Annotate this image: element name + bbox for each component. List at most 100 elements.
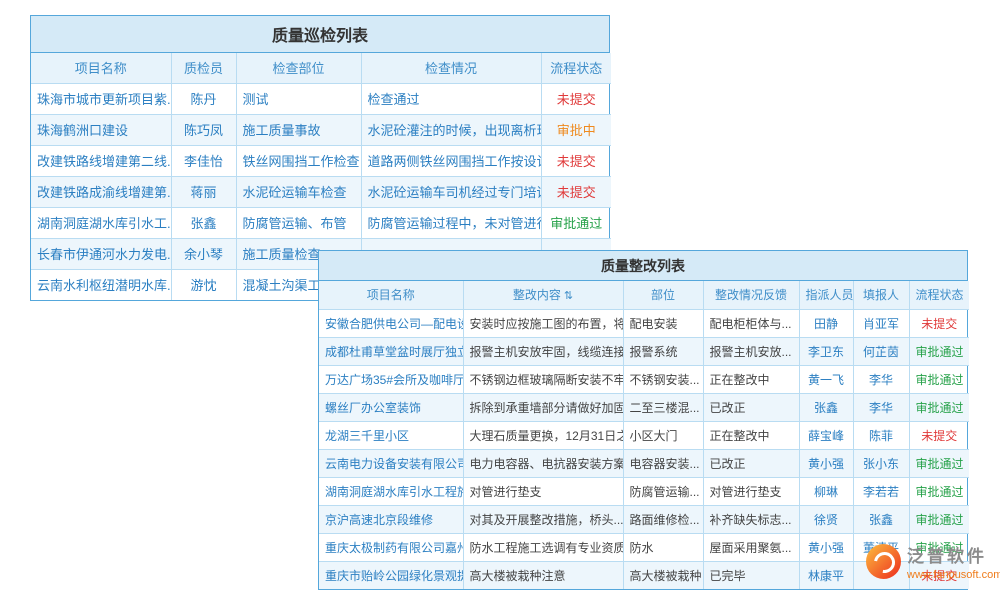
cell-project[interactable]: 改建铁路成渝线增建第...	[31, 176, 171, 207]
cell-filler: 肖亚军	[853, 309, 909, 337]
cell-situation: 防腐管运输过程中，未对管进行...	[361, 207, 541, 238]
patrol-row[interactable]: 珠海鹤洲口建设 陈巧凤 施工质量事故 水泥砼灌注的时候，出现离析现象 审批中	[31, 114, 611, 145]
patrol-row[interactable]: 改建铁路线增建第二线... 李佳怡 铁丝网围挡工作检查 道路两侧铁丝网围挡工作按…	[31, 145, 611, 176]
cell-project[interactable]: 改建铁路线增建第二线...	[31, 145, 171, 176]
cell-project[interactable]: 珠海鹤洲口建设	[31, 114, 171, 145]
cell-inspector: 游忱	[171, 269, 236, 300]
cell-part: 铁丝网围挡工作检查	[236, 145, 361, 176]
rectify-col-assignee: 指派人员	[799, 281, 853, 309]
cell-filler: 李若若	[853, 477, 909, 505]
rectify-col-project: 项目名称	[319, 281, 463, 309]
rectify-col-feedback: 整改情况反馈	[703, 281, 799, 309]
cell-part: 二至三楼混...	[623, 393, 703, 421]
rectify-row[interactable]: 湖南洞庭湖水库引水工程施工... 对管进行垫支 防腐管运输... 对管进行垫支 …	[319, 477, 969, 505]
cell-status: 审批通过	[909, 477, 969, 505]
cell-part: 防水	[623, 533, 703, 561]
cell-part: 路面维修检...	[623, 505, 703, 533]
cell-status: 审批通过	[909, 337, 969, 365]
cell-project[interactable]: 成都杜甫草堂盆时展厅独立展...	[319, 337, 463, 365]
patrol-row[interactable]: 湖南洞庭湖水库引水工... 张鑫 防腐管运输、布管 防腐管运输过程中，未对管进行…	[31, 207, 611, 238]
cell-status: 未提交	[541, 176, 611, 207]
fanpu-logo-icon	[866, 544, 901, 579]
rectify-row[interactable]: 万达广场35#会所及咖啡厅空... 不锈钢边框玻璃隔断安装不牢... 不锈钢安装…	[319, 365, 969, 393]
cell-project[interactable]: 长春市伊通河水力发电...	[31, 238, 171, 269]
cell-part: 测试	[236, 83, 361, 114]
cell-content: 高大楼被栽种注意	[463, 561, 623, 589]
cell-content: 防水工程施工选调有专业资质...	[463, 533, 623, 561]
cell-project[interactable]: 万达广场35#会所及咖啡厅空...	[319, 365, 463, 393]
cell-feedback: 已改正	[703, 393, 799, 421]
cell-project[interactable]: 螺丝厂办公室装饰	[319, 393, 463, 421]
cell-part: 报警系统	[623, 337, 703, 365]
cell-feedback: 配电柜柜体与...	[703, 309, 799, 337]
cell-project[interactable]: 云南电力设备安装有限公司20...	[319, 449, 463, 477]
rectify-row[interactable]: 京沪高速北京段维修 对其及开展整改措施，桥头... 路面维修检... 补齐缺失标…	[319, 505, 969, 533]
cell-project[interactable]: 珠海市城市更新项目紫...	[31, 83, 171, 114]
rectify-row[interactable]: 螺丝厂办公室装饰 拆除到承重墙部分请做好加固... 二至三楼混... 已改正 张…	[319, 393, 969, 421]
cell-status: 审批通过	[909, 449, 969, 477]
brand-name: 泛普软件	[907, 548, 1000, 567]
cell-content: 报警主机安放牢固，线缆连接...	[463, 337, 623, 365]
patrol-col-status: 流程状态	[541, 53, 611, 83]
cell-filler: 何芷茵	[853, 337, 909, 365]
cell-status: 审批通过	[541, 207, 611, 238]
cell-status: 审批中	[541, 114, 611, 145]
cell-feedback: 屋面采用聚氨...	[703, 533, 799, 561]
cell-filler: 李华	[853, 393, 909, 421]
rectify-col-content-label: 整改内容	[513, 288, 561, 302]
rectify-row[interactable]: 云南电力设备安装有限公司20... 电力电容器、电抗器安装方案,... 电容器安…	[319, 449, 969, 477]
cell-content: 电力电容器、电抗器安装方案,...	[463, 449, 623, 477]
patrol-row[interactable]: 改建铁路成渝线增建第... 蒋丽 水泥砼运输车检查 水泥砼运输车司机经过专门培训…	[31, 176, 611, 207]
cell-content: 大理石质量更换，12月31日之...	[463, 421, 623, 449]
cell-assignee: 黄小强	[799, 449, 853, 477]
cell-project[interactable]: 湖南洞庭湖水库引水工...	[31, 207, 171, 238]
brand-url[interactable]: www.fanpusoft.com	[907, 569, 1000, 581]
cell-project[interactable]: 龙湖三千里小区	[319, 421, 463, 449]
cell-feedback: 报警主机安放...	[703, 337, 799, 365]
cell-project[interactable]: 重庆市贻岭公园绿化景观提升...	[319, 561, 463, 589]
cell-part: 电容器安装...	[623, 449, 703, 477]
patrol-row[interactable]: 珠海市城市更新项目紫... 陈丹 测试 检查通过 未提交	[31, 83, 611, 114]
rectify-col-status: 流程状态	[909, 281, 969, 309]
rectify-col-part: 部位	[623, 281, 703, 309]
cell-assignee: 李卫东	[799, 337, 853, 365]
cell-project[interactable]: 京沪高速北京段维修	[319, 505, 463, 533]
cell-status: 未提交	[909, 309, 969, 337]
cell-feedback: 已改正	[703, 449, 799, 477]
cell-project[interactable]: 云南水利枢纽潜明水库...	[31, 269, 171, 300]
cell-content: 对管进行垫支	[463, 477, 623, 505]
cell-assignee: 薛宝峰	[799, 421, 853, 449]
cell-assignee: 徐贤	[799, 505, 853, 533]
cell-feedback: 对管进行垫支	[703, 477, 799, 505]
sort-icon[interactable]: ⇅	[564, 290, 573, 302]
cell-filler: 陈菲	[853, 421, 909, 449]
cell-inspector: 蒋丽	[171, 176, 236, 207]
cell-inspector: 余小琴	[171, 238, 236, 269]
cell-content: 不锈钢边框玻璃隔断安装不牢...	[463, 365, 623, 393]
cell-filler: 张鑫	[853, 505, 909, 533]
cell-project[interactable]: 重庆太极制药有限公司嘉州中...	[319, 533, 463, 561]
cell-part: 水泥砼运输车检查	[236, 176, 361, 207]
cell-situation: 道路两侧铁丝网围挡工作按设计...	[361, 145, 541, 176]
cell-assignee: 田静	[799, 309, 853, 337]
rectify-col-content[interactable]: 整改内容⇅	[463, 281, 623, 309]
rectify-table: 项目名称 整改内容⇅ 部位 整改情况反馈 指派人员 填报人 流程状态 安徽合肥供…	[319, 281, 969, 589]
rectify-row[interactable]: 安徽合肥供电公司—配电设备... 安装时应按施工图的布置，将... 配电安装 配…	[319, 309, 969, 337]
cell-project[interactable]: 安徽合肥供电公司—配电设备...	[319, 309, 463, 337]
cell-content: 安装时应按施工图的布置，将...	[463, 309, 623, 337]
rectify-row[interactable]: 成都杜甫草堂盆时展厅独立展... 报警主机安放牢固，线缆连接... 报警系统 报…	[319, 337, 969, 365]
patrol-header-row: 项目名称 质检员 检查部位 检查情况 流程状态	[31, 53, 611, 83]
cell-inspector: 张鑫	[171, 207, 236, 238]
rectify-row[interactable]: 龙湖三千里小区 大理石质量更换，12月31日之... 小区大门 正在整改中 薛宝…	[319, 421, 969, 449]
cell-content: 对其及开展整改措施，桥头...	[463, 505, 623, 533]
brand-logo[interactable]: 泛普软件 www.fanpusoft.com	[866, 544, 1000, 581]
cell-part: 施工质量事故	[236, 114, 361, 145]
patrol-col-part: 检查部位	[236, 53, 361, 83]
cell-project[interactable]: 湖南洞庭湖水库引水工程施工...	[319, 477, 463, 505]
cell-part: 防腐管运输...	[623, 477, 703, 505]
cell-status: 未提交	[541, 83, 611, 114]
cell-status: 未提交	[541, 145, 611, 176]
cell-part: 不锈钢安装...	[623, 365, 703, 393]
cell-feedback: 正在整改中	[703, 365, 799, 393]
cell-assignee: 柳琳	[799, 477, 853, 505]
